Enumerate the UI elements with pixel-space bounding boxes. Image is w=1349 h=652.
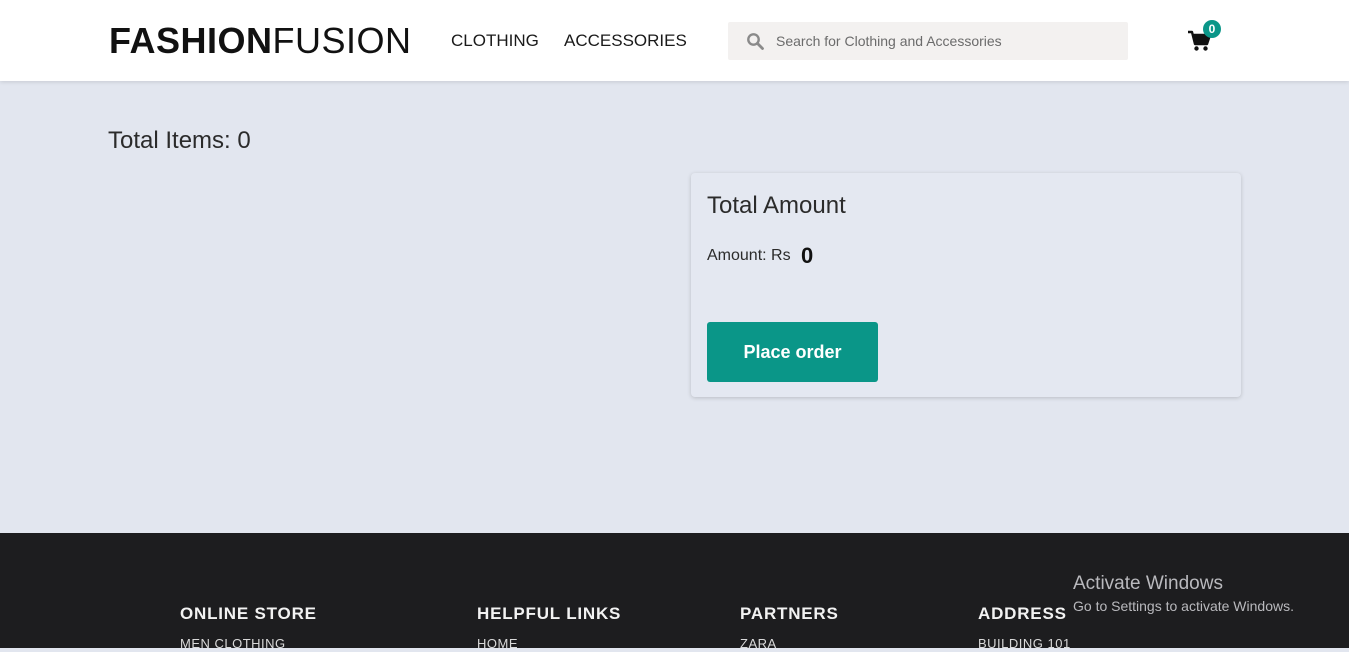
footer-link[interactable]: ZARA xyxy=(740,636,839,652)
amount-row: Amount: Rs 0 xyxy=(707,243,813,269)
amount-label: Amount: Rs xyxy=(707,247,791,264)
summary-title: Total Amount xyxy=(707,192,846,219)
search-bar[interactable] xyxy=(728,22,1128,60)
footer-col-address: ADDRESS BUILDING 101 xyxy=(978,604,1071,652)
site-logo[interactable]: FASHIONFUSION xyxy=(109,20,412,62)
site-header: FASHIONFUSION CLOTHING ACCESSORIES 0 xyxy=(0,0,1349,81)
footer-address-line: BUILDING 101 xyxy=(978,636,1071,651)
order-summary-card: Total Amount Amount: Rs 0 Place order xyxy=(691,173,1241,397)
footer-col-online-store: ONLINE STORE MEN CLOTHING xyxy=(180,604,317,652)
footer-col-helpful-links: HELPFUL LINKS HOME xyxy=(477,604,621,652)
nav-clothing[interactable]: CLOTHING xyxy=(451,31,539,51)
windows-activation-watermark: Activate Windows Go to Settings to activ… xyxy=(1073,572,1294,616)
footer-link[interactable]: HOME xyxy=(477,636,621,652)
search-icon xyxy=(747,33,764,50)
total-items-label: Total Items: 0 xyxy=(108,127,251,154)
watermark-subtitle: Go to Settings to activate Windows. xyxy=(1073,598,1294,614)
footer-heading: HELPFUL LINKS xyxy=(477,604,622,623)
footer-heading: ONLINE STORE xyxy=(180,604,317,623)
cart-count-badge: 0 xyxy=(1203,20,1221,38)
footer-heading: PARTNERS xyxy=(740,604,839,623)
logo-light-text: FUSION xyxy=(272,20,412,61)
logo-bold-text: FASHION xyxy=(109,20,273,61)
footer-col-partners: PARTNERS ZARA xyxy=(740,604,839,652)
amount-value: 0 xyxy=(801,243,814,268)
nav-accessories[interactable]: ACCESSORIES xyxy=(564,31,687,51)
footer-heading: ADDRESS xyxy=(978,604,1067,623)
watermark-title: Activate Windows xyxy=(1073,573,1223,594)
footer-link[interactable]: MEN CLOTHING xyxy=(180,636,317,652)
place-order-button[interactable]: Place order xyxy=(707,322,878,382)
search-input[interactable] xyxy=(776,22,1121,60)
